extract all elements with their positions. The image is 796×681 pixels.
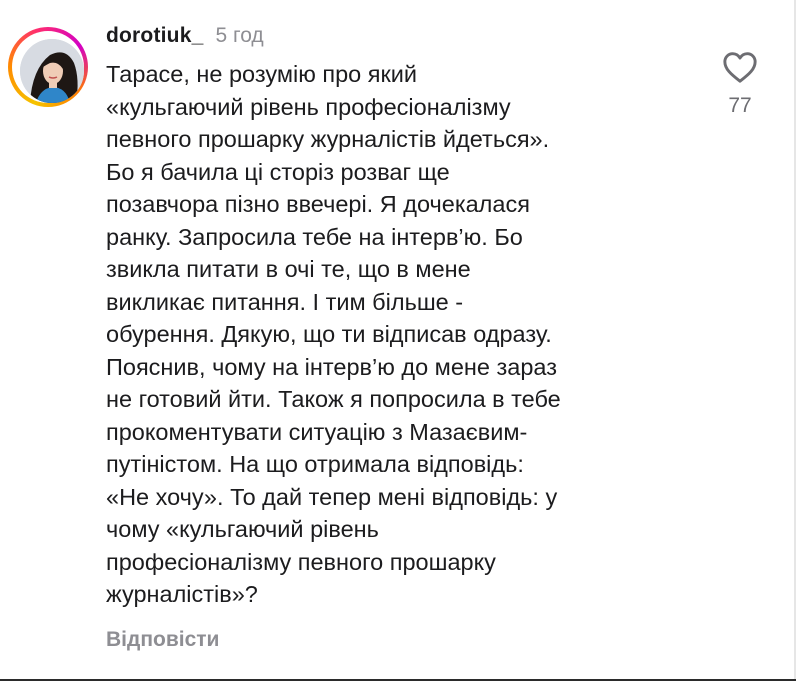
timestamp: 5 год <box>215 24 264 47</box>
comment-header: dorotiuk_ 5 год <box>106 24 264 54</box>
comment-text-line: Тарасе, не розумію про який <box>106 61 418 87</box>
like-group: 77 <box>712 50 768 118</box>
comment-text-line: прокоментувати ситуацію з Мазаєвим- <box>106 418 528 445</box>
comment-text-line: певного прошарку журналістів йдеться». <box>106 126 550 152</box>
comment-text-line: «Не хочу». То дай тепер мені відповідь: … <box>106 483 558 510</box>
comment: dorotiuk_ 5 год Тарасе, не розумію про я… <box>0 0 796 681</box>
comment-text: Тарасе, не розумію про який «кульгаючий р… <box>106 58 706 611</box>
comment-text-line: професіоналізму певного прошарку <box>106 548 496 575</box>
comment-text-line: чому «кульгаючий рівень <box>106 516 379 542</box>
comment-text-line: звикла питати в очі те, що в мене <box>106 256 471 282</box>
username[interactable]: dorotiuk_ <box>106 24 203 48</box>
avatar-image <box>20 39 84 103</box>
heart-icon[interactable] <box>721 50 759 84</box>
like-count: 77 <box>728 94 752 117</box>
avatar[interactable] <box>20 39 84 103</box>
comment-text-line: викликає питання. І тим більше - <box>106 288 464 315</box>
comment-text-line: путіністом. На що отримала відповідь: <box>106 451 524 477</box>
comment-text-line: обурення. Дякую, що ти відписав одразу. <box>106 321 552 347</box>
comment-text-line: журналістів»? <box>106 581 258 607</box>
comment-text-line: позавчора пізно ввечері. Я дочекалася <box>106 191 530 217</box>
comment-text-line: «кульгаючий рівень професіоналізму <box>106 93 511 120</box>
comment-text-line: Бо я бачила ці сторіз розваг ще <box>106 158 450 185</box>
reply-button[interactable]: Відповісти <box>106 628 219 652</box>
comment-text-line: не готовий йти. Також я попросила в тебе <box>106 386 561 412</box>
comment-text-line: Пояснив, чому на інтерв’ю до мене зараз <box>106 353 557 380</box>
comment-text-line: ранку. Запросила тебе на інтерв’ю. Бо <box>106 223 523 250</box>
avatar-story-ring[interactable] <box>8 27 88 107</box>
